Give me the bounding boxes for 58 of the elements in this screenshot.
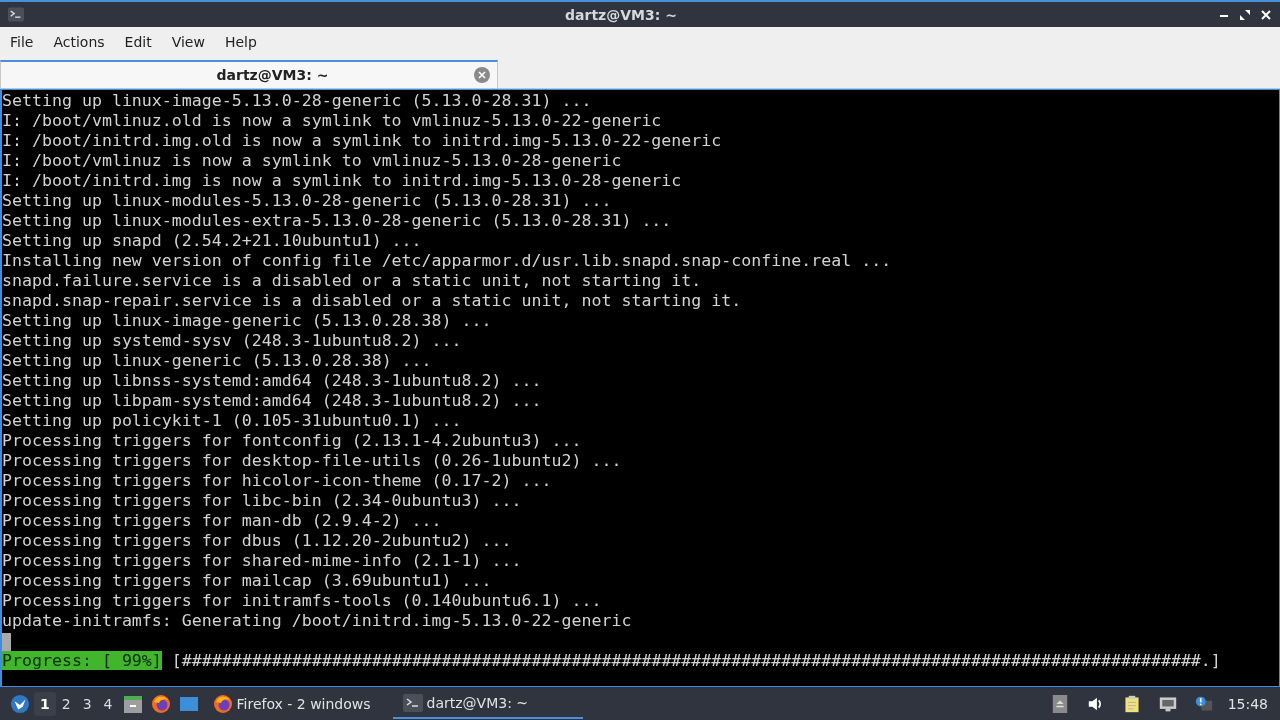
workspace-button[interactable]: 3 [76,691,98,716]
menu-item[interactable]: File [2,30,42,53]
terminal-line: Setting up policykit-1 (0.105-31ubuntu0.1) ... [2,411,462,430]
terminal-line: Processing triggers for man-db (2.9.4-2) ... [2,511,442,530]
terminal-line: Processing triggers for shared-mime-info (2.1-1) ... [2,551,522,570]
network-icon[interactable] [1158,694,1177,713]
workspace-button[interactable]: 2 [55,691,77,716]
terminal-icon [8,7,24,22]
workspace-button[interactable]: 4 [97,691,119,716]
close-icon[interactable] [474,67,490,83]
progress-bar-text: [######################################################################################################.] [171,651,1221,670]
terminal-line: Setting up snapd (2.54.2+21.10ubuntu1) ... [2,231,422,250]
browser-icon [212,693,233,714]
clock[interactable]: 15:48 [1227,695,1268,712]
terminal-line: Setting up linux-image-5.13.0-28-generic (5.13.0-28.31) ... [2,91,592,110]
terminal-line: Setting up linux-modules-5.13.0-28-generic (5.13.0-28.31) ... [2,191,612,210]
terminal-line: Setting up linux-generic (5.13.0.28.38) ... [2,351,432,370]
terminal-line: Setting up libnss-systemd:amd64 (248.3-1ubuntu8.2) ... [2,371,542,390]
terminal-line: Setting up systemd-sysv (248.3-1ubuntu8.2) ... [2,331,462,350]
eject-icon[interactable] [1050,694,1069,713]
window-title: dartz@VM3: ~ [564,6,678,23]
terminal-line: Setting up libpam-systemd:amd64 (248.3-1ubuntu8.2) ... [2,391,542,410]
terminal-line: Setting up linux-modules-extra-5.13.0-28-generic (5.13.0-28.31) ... [2,211,672,230]
browser-icon[interactable] [150,693,171,714]
terminal-line: Processing triggers for dbus (1.12.20-2ubuntu2) ... [2,531,512,550]
clipboard-icon[interactable] [1122,694,1141,713]
maximize-button[interactable] [1239,8,1251,21]
terminal-tab[interactable]: dartz@VM3: ~ [0,60,498,88]
text-cursor [2,632,11,651]
progress-label: Progress: [ 99%] [2,651,162,670]
menu-item[interactable]: Actions [45,30,113,53]
terminal-line: Setting up linux-image-generic (5.13.0.28.38) ... [2,311,492,330]
terminal-line: Processing triggers for libc-bin (2.34-0ubuntu3) ... [2,491,522,510]
file-manager-icon[interactable] [122,693,143,714]
terminal-pane[interactable] [0,89,1280,687]
terminal-line: Processing triggers for fontconfig (2.13.1-4.2ubuntu3) ... [2,431,582,450]
menu-item[interactable]: View [163,30,213,53]
menu-item[interactable]: Help [216,30,265,53]
terminal-line: Processing triggers for desktop-file-utils (0.26-1ubuntu2) ... [2,451,622,470]
workspace-button[interactable]: 1 [34,691,56,716]
terminal-line: I: /boot/initrd.img.old is now a symlink to initrd.img-5.13.0-22-generic [2,131,722,150]
terminal-line: snapd.snap-repair.service is a disabled or a static unit, not starting it. [2,291,742,310]
notification-icon[interactable] [1194,694,1213,713]
terminal-line: Processing triggers for mailcap (3.69ubuntu1) ... [2,571,492,590]
terminal-line: I: /boot/vmlinuz is now a symlink to vmlinuz-5.13.0-28-generic [2,151,622,170]
close-button[interactable] [1260,8,1272,21]
taskbar-window-button[interactable]: Firefox - 2 windows [202,688,393,719]
start-menu-icon[interactable] [10,693,30,714]
menu-item[interactable]: Edit [116,30,160,53]
terminal-line: Processing triggers for hicolor-icon-theme (0.17-2) ... [2,471,552,490]
terminal-line: update-initramfs: Generating /boot/initrd.img-5.13.0-22-generic [2,611,632,630]
terminal-icon [402,692,423,713]
taskbar-window-button[interactable]: dartz@VM3: ~ [392,688,583,719]
terminal-line: Installing new version of config file /etc/apparmor.d/usr.lib.snapd.snap-confine.real ... [2,251,892,270]
terminal-line: I: /boot/vmlinuz.old is now a symlink to vmlinuz-5.13.0-22-generic [2,111,662,130]
terminal-line: Processing triggers for initramfs-tools (0.140ubuntu6.1) ... [2,591,602,610]
terminal-line: I: /boot/initrd.img is now a symlink to initrd.img-5.13.0-28-generic [2,171,682,190]
terminal-line: snapd.failure.service is a disabled or a static unit, not starting it. [2,271,702,290]
